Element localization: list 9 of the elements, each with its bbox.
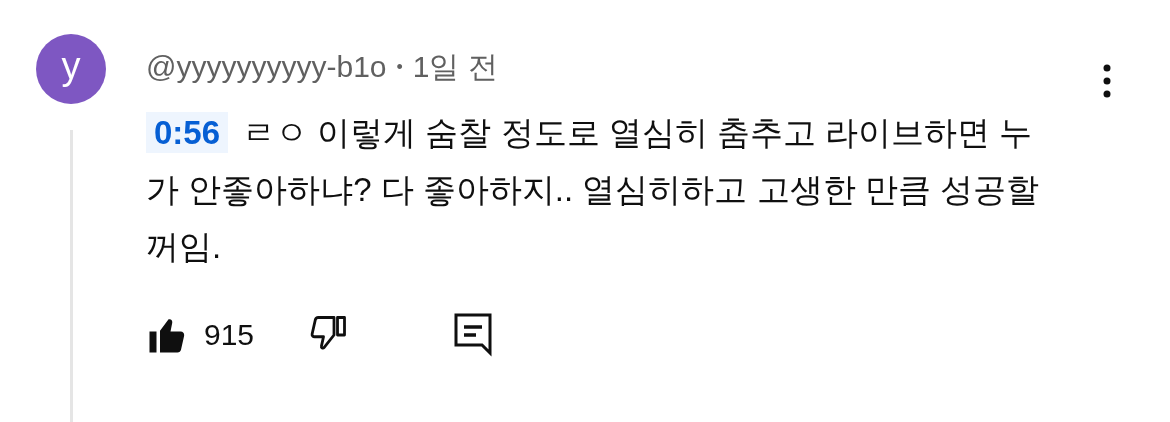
comment-text: 0:56 ㄹㅇ 이렇게 숨찰 정도로 열심히 춤추고 라이브하면 누가 안좋아하냐? 다 좋아하지.. 열심히하고 고생한 만큼 성공할꺼임. xyxy=(146,111,1040,267)
separator: • xyxy=(396,56,403,78)
like-count: 915 xyxy=(204,318,255,352)
author-name[interactable]: @yyyyyyyyyy-b1o xyxy=(146,50,387,84)
avatar[interactable]: y xyxy=(36,34,106,104)
comment-time: 1일 전 xyxy=(412,48,498,85)
timestamp-link[interactable]: 0:56 xyxy=(146,112,229,153)
reply-button[interactable] xyxy=(454,313,495,357)
reply-icon xyxy=(454,313,495,357)
